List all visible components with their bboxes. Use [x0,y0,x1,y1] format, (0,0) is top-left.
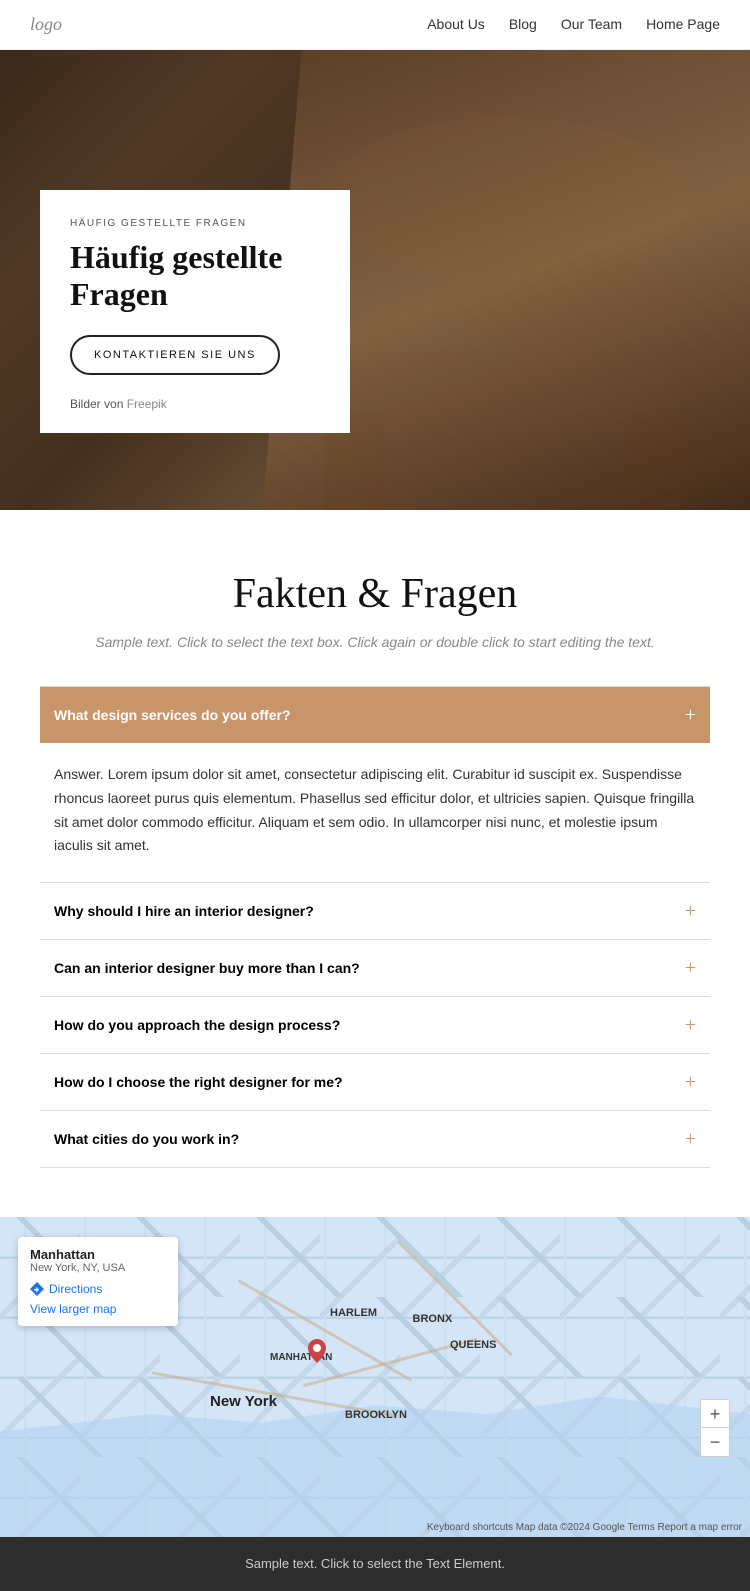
view-larger-map-link[interactable]: View larger map [30,1302,166,1316]
faq-item-1-toggle: + [685,705,696,725]
credit-prefix: Bilder von [70,397,127,411]
faq-item-6: What cities do you work in? + [40,1110,710,1168]
zoom-out-button[interactable]: − [701,1428,729,1456]
credit-link[interactable]: Freepik [127,397,167,411]
faq-item-2-header[interactable]: Why should I hire an interior designer? … [40,883,710,939]
directions-icon [30,1282,44,1296]
faq-item-1-answer: Answer. Lorem ipsum dolor sit amet, cons… [40,743,710,882]
faq-item-5-toggle: + [685,1072,696,1092]
faq-item-3: Can an interior designer buy more than I… [40,939,710,997]
faq-item-6-header[interactable]: What cities do you work in? + [40,1111,710,1167]
footer-text: Sample text. Click to select the Text El… [245,1556,505,1571]
faq-section: Fakten & Fragen Sample text. Click to se… [0,510,750,1187]
faq-item-5: How do I choose the right designer for m… [40,1053,710,1111]
map-pin [308,1339,326,1368]
faq-item-4-label: How do you approach the design process? [54,1017,340,1033]
nav-links: About Us Blog Our Team Home Page [427,16,720,34]
faq-item-3-toggle: + [685,958,696,978]
nav-link-about[interactable]: About Us [427,16,485,32]
faq-item-4-toggle: + [685,1015,696,1035]
faq-title: Fakten & Fragen [40,570,710,618]
faq-item-4: How do you approach the design process? … [40,996,710,1054]
navigation: logo About Us Blog Our Team Home Page [0,0,750,50]
faq-item-5-label: How do I choose the right designer for m… [54,1074,343,1090]
footer: Sample text. Click to select the Text El… [0,1537,750,1591]
faq-item-3-header[interactable]: Can an interior designer buy more than I… [40,940,710,996]
map-attribution: Keyboard shortcuts Map data ©2024 Google… [427,1522,742,1533]
map-label-bronx: BRONX [413,1313,453,1325]
map-label-harlem: HARLEM [330,1307,377,1319]
map-label-queens: QUEENS [450,1339,496,1351]
map-directions-button[interactable]: Directions [30,1282,166,1296]
map-popup-title: Manhattan [30,1247,166,1262]
hero-section: Häufig gestellte Fragen Häufig gestellte… [0,50,750,510]
map-label-brooklyn: BROOKLYN [345,1409,407,1421]
faq-item-3-label: Can an interior designer buy more than I… [54,960,360,976]
hero-title: Häufig gestellte Fragen [70,239,320,313]
faq-item-5-header[interactable]: How do I choose the right designer for m… [40,1054,710,1110]
directions-label: Directions [49,1282,102,1296]
map-popup: Manhattan New York, NY, USA Directions V… [18,1237,178,1326]
hero-credit: Bilder von Freepik [70,397,320,411]
map-zoom-controls: + − [700,1399,730,1457]
map-background: BRONX HARLEM MANHATTAN QUEENS BROOKLYN N… [0,1217,750,1537]
faq-item-6-label: What cities do you work in? [54,1131,239,1147]
map-popup-subtitle: New York, NY, USA [30,1262,166,1274]
faq-item-6-toggle: + [685,1129,696,1149]
faq-subtitle: Sample text. Click to select the text bo… [40,634,710,650]
hero-card: Häufig gestellte Fragen Häufig gestellte… [40,190,350,433]
map-water [0,1361,750,1537]
faq-item-4-header[interactable]: How do you approach the design process? … [40,997,710,1053]
hero-tag: Häufig gestellte Fragen [70,218,320,229]
faq-item-1-label: What design services do you offer? [54,707,291,723]
faq-list: What design services do you offer? + Ans… [40,686,710,1168]
nav-link-blog[interactable]: Blog [509,16,537,32]
nav-link-team[interactable]: Our Team [561,16,622,32]
map-label-newyork: New York [210,1393,277,1410]
contact-button[interactable]: Kontaktieren Sie uns [70,335,280,375]
faq-item-2-label: Why should I hire an interior designer? [54,903,314,919]
faq-item-1: What design services do you offer? + Ans… [40,686,710,883]
zoom-in-button[interactable]: + [701,1400,729,1428]
map-section: BRONX HARLEM MANHATTAN QUEENS BROOKLYN N… [0,1217,750,1537]
nav-link-home[interactable]: Home Page [646,16,720,32]
faq-item-2-toggle: + [685,901,696,921]
faq-item-1-header[interactable]: What design services do you offer? + [40,687,710,743]
logo: logo [30,14,62,35]
faq-item-2: Why should I hire an interior designer? … [40,882,710,940]
